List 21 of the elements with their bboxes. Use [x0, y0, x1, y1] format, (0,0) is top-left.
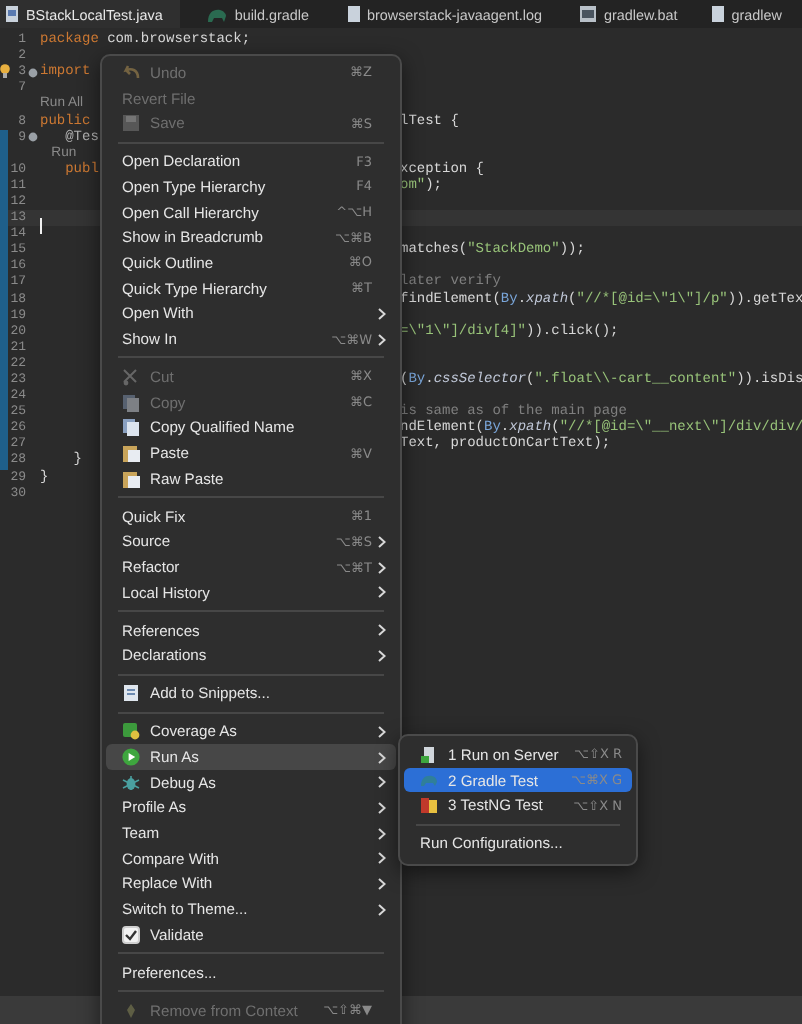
- server-icon: [420, 745, 438, 764]
- bug-icon: [122, 773, 140, 792]
- document-icon: [6, 6, 18, 22]
- chevron-right-icon: [378, 333, 386, 345]
- undo-arrow-icon: [122, 63, 140, 82]
- checkbox-icon[interactable]: [122, 925, 140, 944]
- document-icon: [122, 684, 140, 703]
- pin-icon: [122, 1001, 140, 1020]
- scissors-icon: [122, 367, 140, 386]
- lightbulb-icon[interactable]: [0, 64, 10, 79]
- fold-icon[interactable]: [28, 67, 38, 78]
- play-icon: [122, 748, 140, 767]
- elephant-icon: [420, 771, 438, 790]
- testng-icon: [420, 796, 438, 815]
- play-badge-icon: [122, 722, 140, 741]
- fold-icon[interactable]: [28, 132, 38, 143]
- elephant-icon: [208, 7, 227, 21]
- text-cursor: [40, 218, 42, 235]
- terminal-icon: [580, 6, 596, 22]
- document-icon: [711, 6, 724, 22]
- document-icon: [347, 6, 359, 22]
